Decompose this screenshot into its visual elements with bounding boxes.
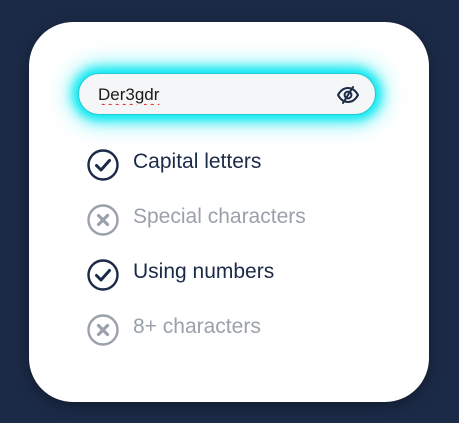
requirement-label: Capital letters bbox=[133, 150, 262, 173]
requirement-label: Using numbers bbox=[133, 260, 275, 283]
password-input[interactable] bbox=[98, 83, 318, 107]
check-circle-icon bbox=[87, 149, 119, 181]
requirement-label: Special characters bbox=[133, 205, 306, 228]
password-card: Capital letters Special characters Using… bbox=[29, 22, 429, 402]
check-circle-icon bbox=[87, 259, 119, 291]
x-circle-icon bbox=[87, 204, 119, 236]
password-field-container bbox=[78, 73, 376, 115]
x-circle-icon bbox=[87, 314, 119, 346]
requirement-label: 8+ characters bbox=[133, 315, 261, 338]
eye-slash-icon[interactable] bbox=[335, 83, 361, 107]
